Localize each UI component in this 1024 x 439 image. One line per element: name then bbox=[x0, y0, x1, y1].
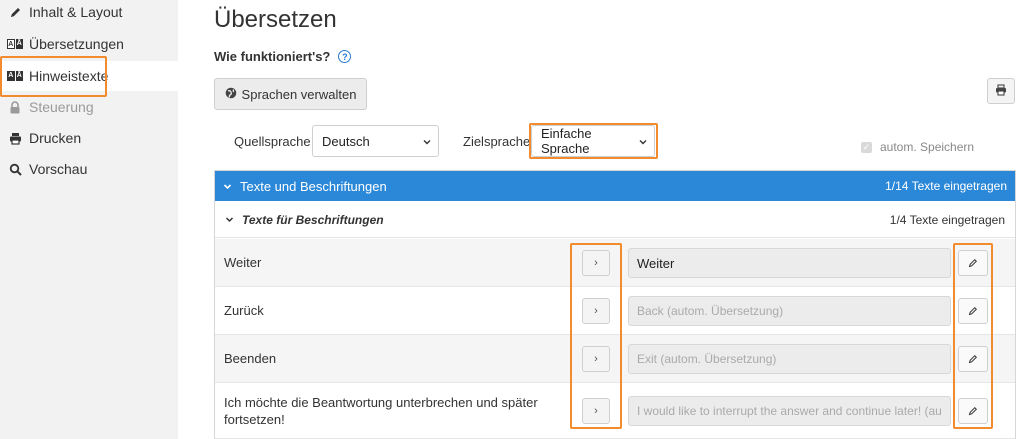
sidebar: Inhalt & Layout AĀ Übersetzungen AĀ Hinw… bbox=[0, 0, 178, 439]
chevron-right-icon: › bbox=[594, 305, 598, 317]
translation-panel: Texte und Beschriftungen 1/14 Texte eing… bbox=[214, 170, 1016, 439]
help-icon[interactable]: ? bbox=[338, 50, 352, 63]
edit-button[interactable] bbox=[958, 298, 988, 324]
sidebar-item-label: Hinweistexte bbox=[29, 68, 109, 84]
source-language-select[interactable]: Deutsch bbox=[312, 125, 439, 157]
print-icon bbox=[995, 83, 1007, 99]
source-text: Beenden bbox=[224, 351, 277, 366]
copy-translation-button[interactable]: › bbox=[582, 298, 610, 324]
sidebar-item-label: Übersetzungen bbox=[29, 36, 124, 52]
translation-input[interactable]: Weiter bbox=[628, 248, 951, 278]
help-label: Wie funktioniert's? bbox=[214, 49, 331, 64]
copy-translation-button[interactable]: › bbox=[582, 346, 610, 372]
sidebar-item-inhalt-layout[interactable]: Inhalt & Layout bbox=[0, 0, 178, 27]
translation-input[interactable]: Exit (autom. Übersetzung) bbox=[628, 344, 951, 374]
page-title: Übersetzen bbox=[214, 6, 337, 33]
chevron-down-icon bbox=[223, 179, 232, 194]
sidebar-item-uebersetzungen[interactable]: AĀ Übersetzungen bbox=[0, 29, 178, 59]
section-title: Texte für Beschriftungen bbox=[242, 212, 384, 227]
table-row: Beenden › Exit (autom. Übersetzung) bbox=[215, 335, 1015, 383]
section-header-texte-fuer-beschriftungen[interactable]: Texte für Beschriftungen 1/4 Texte einge… bbox=[215, 202, 1015, 238]
translation-placeholder: Back (autom. Übersetzung) bbox=[637, 304, 784, 318]
panel-title: Texte und Beschriftungen bbox=[240, 178, 387, 194]
sidebar-item-label: Steuerung bbox=[29, 99, 94, 115]
chevron-right-icon: › bbox=[594, 353, 598, 365]
target-language-label: Zielsprache bbox=[463, 134, 531, 149]
chevron-down-icon bbox=[639, 134, 647, 149]
translation-placeholder: Exit (autom. Übersetzung) bbox=[637, 352, 777, 366]
sidebar-item-drucken[interactable]: Drucken bbox=[0, 123, 178, 153]
print-button[interactable] bbox=[987, 78, 1015, 104]
sidebar-item-vorschau[interactable]: Vorschau bbox=[0, 154, 178, 184]
chevron-right-icon: › bbox=[594, 405, 598, 417]
panel-header-texte-beschriftungen[interactable]: Texte und Beschriftungen 1/14 Texte eing… bbox=[215, 171, 1015, 201]
panel-count: 1/14 Texte eingetragen bbox=[885, 179, 1007, 193]
globe-icon bbox=[225, 87, 237, 102]
table-row: Weiter › Weiter bbox=[215, 239, 1015, 287]
translation-input[interactable]: Back (autom. Übersetzung) bbox=[628, 296, 951, 326]
copy-translation-button[interactable]: › bbox=[582, 398, 610, 424]
lock-icon bbox=[7, 100, 23, 114]
chevron-down-icon bbox=[225, 213, 234, 227]
search-icon bbox=[7, 162, 23, 176]
sidebar-item-label: Inhalt & Layout bbox=[29, 4, 123, 20]
manage-languages-label: Sprachen verwalten bbox=[241, 86, 357, 102]
edit-icon bbox=[968, 404, 978, 419]
translation-value: Weiter bbox=[637, 255, 675, 271]
table-row: Ich möchte die Beantwortung unterbrechen… bbox=[215, 383, 1015, 439]
language-icon: AĀ bbox=[7, 39, 23, 49]
autosave-label: autom. Speichern bbox=[880, 140, 975, 154]
chevron-right-icon: › bbox=[594, 257, 598, 269]
table-row: Zurück › Back (autom. Übersetzung) bbox=[215, 287, 1015, 335]
manage-languages-button[interactable]: Sprachen verwalten bbox=[214, 78, 367, 110]
autosave-toggle[interactable]: ✓ autom. Speichern bbox=[861, 140, 974, 154]
source-language-value: Deutsch bbox=[322, 133, 370, 149]
edit-button[interactable] bbox=[958, 398, 988, 424]
edit-icon bbox=[968, 256, 978, 271]
checkbox-icon[interactable]: ✓ bbox=[861, 141, 872, 153]
edit-button[interactable] bbox=[958, 346, 988, 372]
language-icon: AĀ bbox=[7, 71, 23, 81]
sidebar-item-hinweistexte[interactable]: AĀ Hinweistexte bbox=[0, 61, 178, 91]
target-language-value: Einfache Sprache bbox=[541, 126, 592, 156]
source-text: Zurück bbox=[224, 303, 264, 318]
edit-button[interactable] bbox=[958, 250, 988, 276]
chevron-down-icon bbox=[423, 134, 431, 149]
translation-input[interactable]: I would like to interrupt the answer and… bbox=[628, 396, 951, 426]
source-text: Weiter bbox=[224, 255, 262, 270]
help-link[interactable]: Wie funktioniert's? ? bbox=[214, 49, 352, 64]
sidebar-item-steuerung: Steuerung bbox=[0, 92, 178, 122]
source-text: Ich möchte die Beantwortung unterbrechen… bbox=[224, 395, 538, 427]
translation-placeholder: I would like to interrupt the answer and… bbox=[637, 404, 942, 418]
target-language-select[interactable]: Einfache Sprache bbox=[531, 125, 655, 157]
sidebar-item-label: Vorschau bbox=[29, 161, 88, 177]
source-language-label: Quellsprache bbox=[234, 134, 311, 149]
sidebar-item-label: Drucken bbox=[29, 130, 82, 146]
edit-icon bbox=[968, 352, 978, 367]
pencil-icon bbox=[7, 5, 23, 19]
section-count: 1/4 Texte eingetragen bbox=[889, 212, 1005, 227]
edit-icon bbox=[968, 304, 978, 319]
print-icon bbox=[7, 131, 23, 145]
copy-translation-button[interactable]: › bbox=[582, 250, 610, 276]
